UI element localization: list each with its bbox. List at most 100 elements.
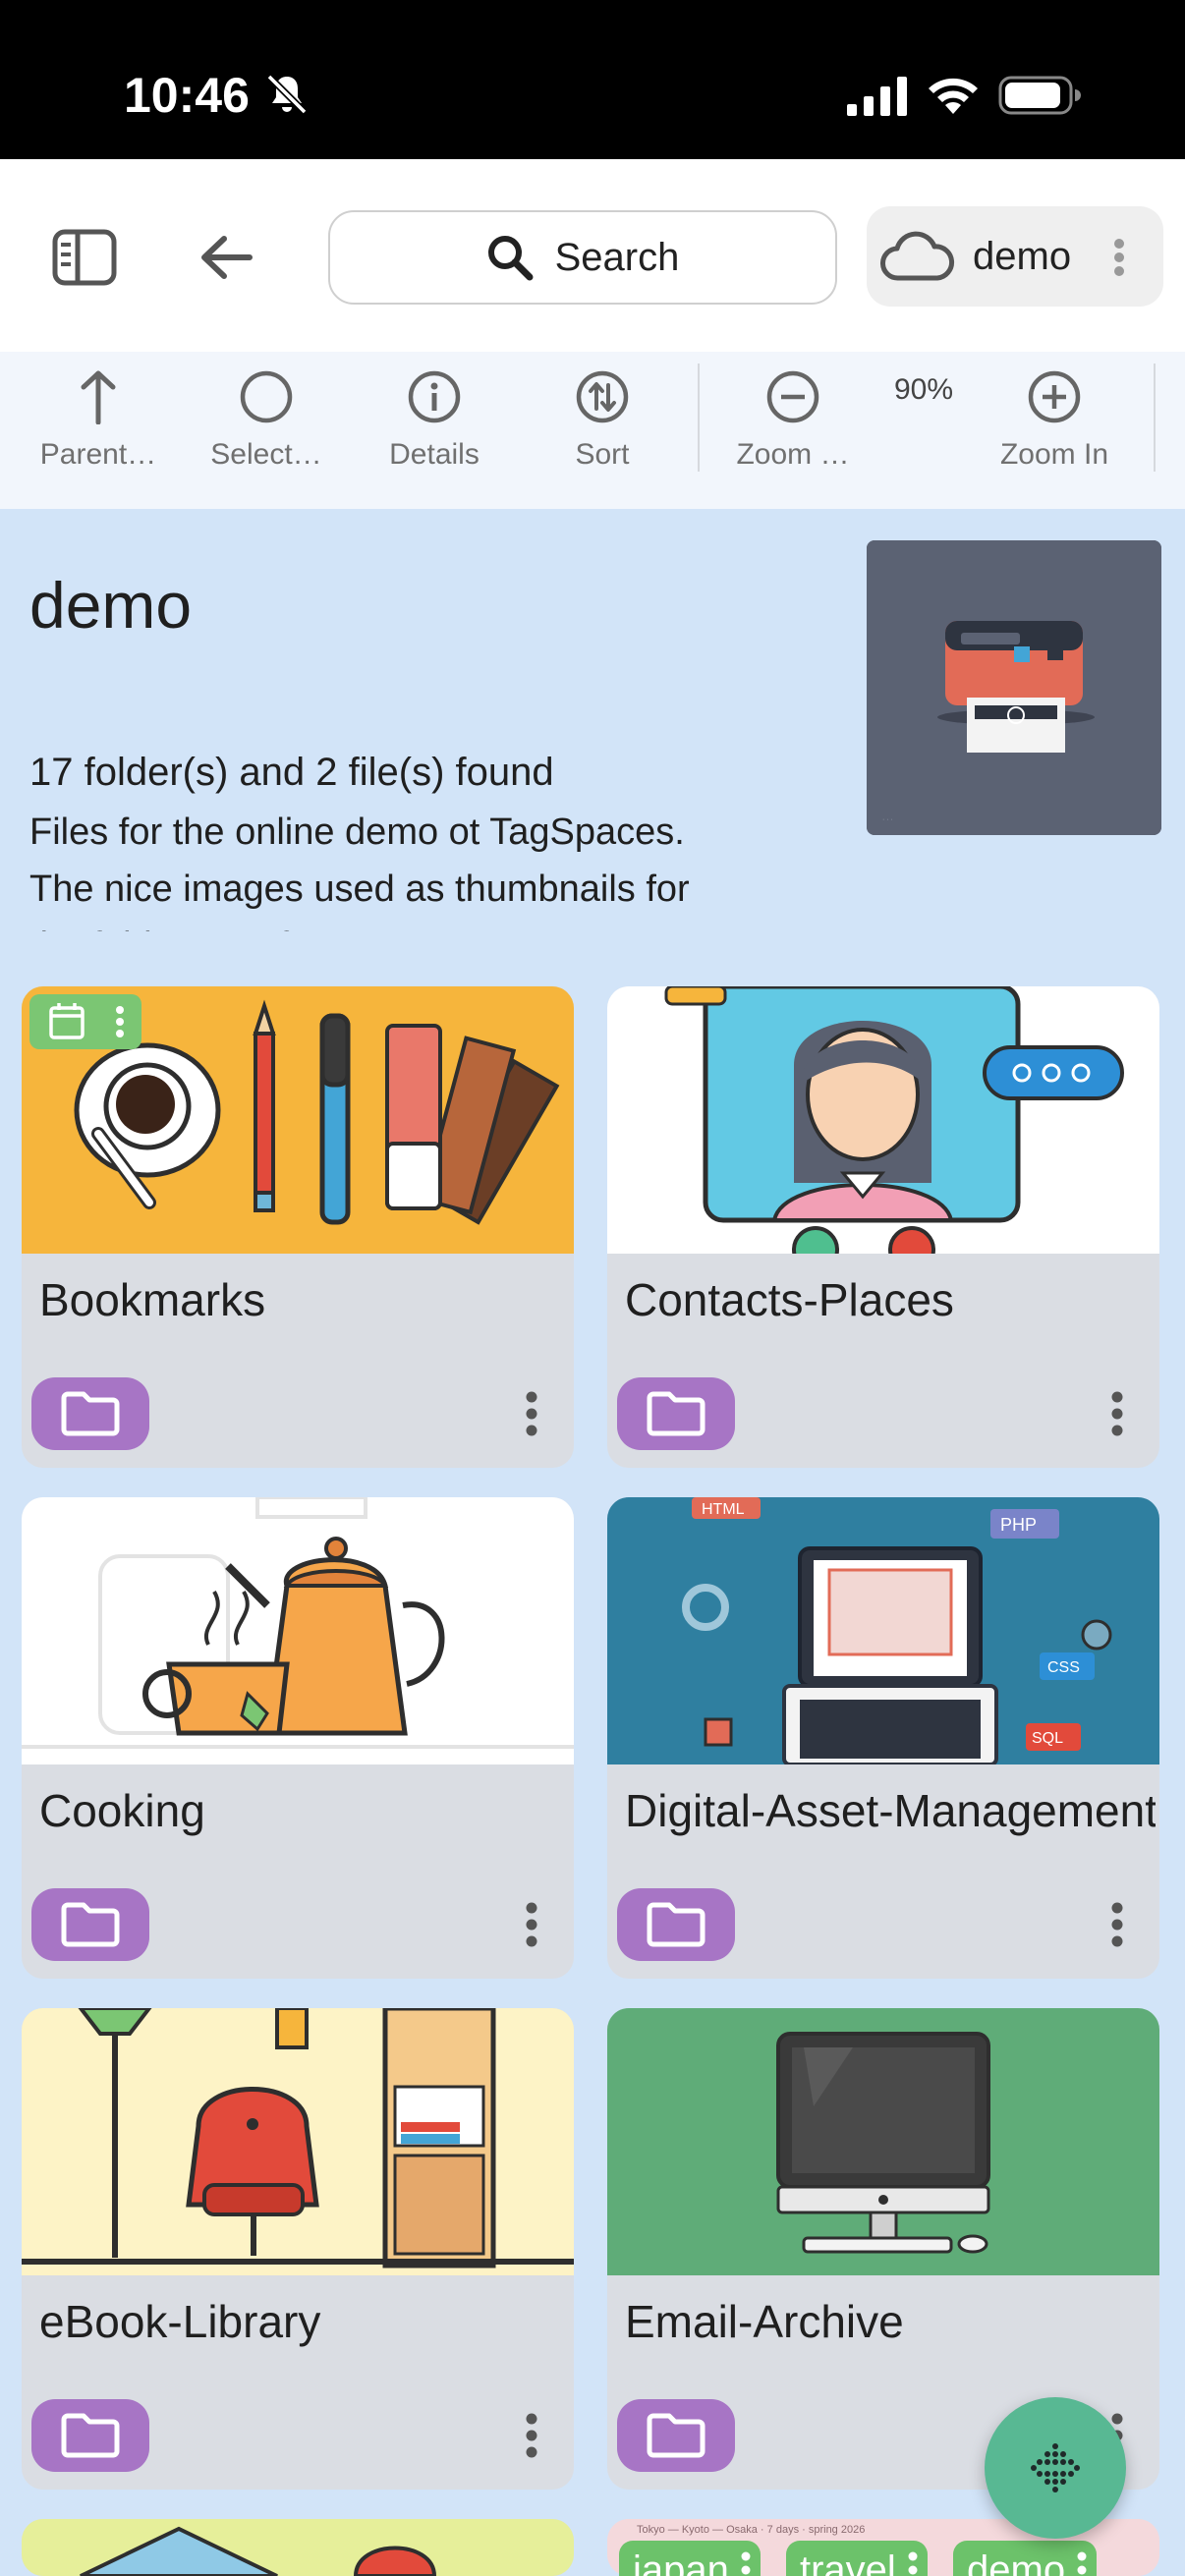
folder-type-badge[interactable] bbox=[617, 1377, 735, 1450]
folder-type-badge[interactable] bbox=[31, 1888, 149, 1961]
folder-thumbnail bbox=[22, 986, 574, 1254]
more-vert-icon[interactable] bbox=[525, 1389, 538, 1438]
map-illustration bbox=[22, 2519, 574, 2576]
sort-swap-icon bbox=[576, 370, 629, 423]
folder-card[interactable]: Cooking bbox=[22, 1497, 574, 1979]
arrow-back-icon bbox=[201, 236, 253, 279]
zoom-in-icon bbox=[1028, 370, 1081, 423]
tag-chip[interactable]: japan bbox=[619, 2541, 761, 2576]
sidebar-panel-icon bbox=[52, 229, 117, 286]
folder-card[interactable]: HTML PHP CSS SQL Digital-Asset-Managemen… bbox=[607, 1497, 1159, 1979]
folder-icon bbox=[61, 2413, 120, 2458]
dots-grid-icon bbox=[1031, 2443, 1080, 2492]
folder-card[interactable] bbox=[22, 2519, 574, 2576]
sidebar-toggle-button[interactable] bbox=[45, 218, 124, 297]
parent-folder-button[interactable]: Parent… bbox=[15, 369, 182, 497]
zoom-out-label: Zoom … bbox=[736, 438, 850, 471]
folder-header: demo 17 folder(s) and 2 file(s) found Fi… bbox=[0, 509, 1185, 961]
cellular-signal-icon bbox=[847, 77, 907, 116]
cooking-illustration bbox=[22, 1497, 574, 1764]
details-button[interactable]: Details bbox=[351, 369, 518, 497]
sort-button[interactable]: Sort bbox=[519, 369, 686, 497]
more-vert-icon[interactable] bbox=[908, 2550, 918, 2576]
folder-type-badge[interactable] bbox=[31, 2399, 149, 2472]
select-label: Select… bbox=[210, 438, 322, 471]
search-icon bbox=[487, 236, 534, 281]
svg-text:SQL: SQL bbox=[1032, 1730, 1063, 1747]
cloud-icon bbox=[880, 231, 954, 281]
tag-chip[interactable]: travel bbox=[786, 2541, 928, 2576]
radio-unchecked-icon bbox=[240, 370, 293, 423]
more-vert-icon[interactable] bbox=[741, 2550, 751, 2576]
folder-toolbar: Parent… Select… Details Sort Zoom … 90% bbox=[0, 352, 1185, 509]
location-label: demo bbox=[973, 234, 1072, 278]
folder-thumbnail bbox=[607, 986, 1159, 1254]
folder-description: Files for the online demo ot TagSpaces. … bbox=[29, 812, 690, 931]
tag-label: demo bbox=[967, 2548, 1066, 2576]
back-button[interactable] bbox=[187, 218, 265, 297]
info-icon bbox=[408, 370, 461, 423]
folder-name: Contacts-Places bbox=[625, 1274, 954, 1325]
arrow-upward-icon bbox=[81, 370, 116, 424]
folder-thumbnail bbox=[22, 1497, 574, 1764]
folder-icon bbox=[647, 1391, 705, 1436]
folder-type-badge[interactable] bbox=[617, 1888, 735, 1961]
folder-card[interactable]: Contacts-Places bbox=[607, 986, 1159, 1468]
date-tag-chip[interactable] bbox=[29, 994, 141, 1049]
zoom-out-button[interactable]: Zoom … bbox=[709, 369, 876, 497]
search-button[interactable]: Search bbox=[328, 210, 837, 305]
contacts-illustration bbox=[607, 986, 1159, 1254]
parent-folder-label: Parent… bbox=[39, 438, 157, 471]
digital-asset-illustration: HTML PHP CSS SQL bbox=[607, 1497, 1159, 1764]
svg-text:HTML: HTML bbox=[702, 1501, 745, 1518]
sort-label: Sort bbox=[575, 438, 630, 471]
folder-icon bbox=[647, 1902, 705, 1947]
zoom-level: 90% bbox=[893, 373, 954, 406]
main-action-fab[interactable] bbox=[985, 2397, 1126, 2539]
folder-name: Bookmarks bbox=[39, 1274, 266, 1325]
more-vert-icon[interactable] bbox=[1077, 2550, 1087, 2576]
details-label: Details bbox=[389, 438, 480, 471]
zoom-out-icon bbox=[766, 370, 819, 423]
folder-icon bbox=[61, 1902, 120, 1947]
svg-text:· · ·: · · · bbox=[882, 816, 893, 823]
email-archive-illustration bbox=[607, 2008, 1159, 2275]
more-vert-icon[interactable] bbox=[1112, 238, 1126, 277]
status-bar: 10:46 bbox=[0, 0, 1185, 159]
folder-type-badge[interactable] bbox=[31, 1377, 149, 1450]
folder-thumbnail bbox=[607, 2008, 1159, 2275]
folder-entry-count: 17 folder(s) and 2 file(s) found bbox=[29, 751, 554, 794]
folder-thumbnail bbox=[22, 2008, 574, 2275]
battery-icon bbox=[998, 76, 1081, 115]
more-vert-icon[interactable] bbox=[525, 2411, 538, 2460]
svg-text:Tokyo — Kyoto — Osaka · 7 days: Tokyo — Kyoto — Osaka · 7 days · spring … bbox=[637, 2524, 865, 2536]
folder-icon bbox=[61, 1391, 120, 1436]
more-vert-icon[interactable] bbox=[1110, 1900, 1124, 1949]
folder-name: Cooking bbox=[39, 1785, 205, 1836]
tag-chip[interactable]: demo bbox=[953, 2541, 1098, 2576]
ebook-library-illustration bbox=[22, 2008, 574, 2275]
folder-card[interactable]: Bookmarks bbox=[22, 986, 574, 1468]
polaroid-camera-illustration: · · · bbox=[867, 540, 1161, 835]
app-bar: Search demo bbox=[0, 159, 1185, 352]
tag-label: travel bbox=[800, 2548, 896, 2576]
toolbar-divider bbox=[1154, 364, 1156, 472]
select-button[interactable]: Select… bbox=[183, 369, 350, 497]
folder-thumbnail[interactable]: · · · bbox=[867, 540, 1161, 835]
folder-type-badge[interactable] bbox=[617, 2399, 735, 2472]
svg-text:PHP: PHP bbox=[1000, 1515, 1037, 1535]
location-selector[interactable]: demo bbox=[867, 206, 1163, 307]
search-label: Search bbox=[554, 235, 680, 279]
more-vert-icon[interactable] bbox=[1110, 1389, 1124, 1438]
zoom-in-label: Zoom In bbox=[999, 438, 1109, 471]
calendar-icon bbox=[49, 1003, 124, 1039]
bell-muted-icon bbox=[266, 74, 308, 115]
folder-card[interactable]: eBook-Library bbox=[22, 2008, 574, 2490]
more-vert-icon[interactable] bbox=[525, 1900, 538, 1949]
toolbar-divider bbox=[698, 364, 700, 472]
wifi-icon bbox=[929, 78, 978, 114]
zoom-in-button[interactable]: Zoom In bbox=[971, 369, 1138, 497]
folder-icon bbox=[647, 2413, 705, 2458]
folder-name: Email-Archive bbox=[625, 2296, 904, 2347]
folder-name: eBook-Library bbox=[39, 2296, 321, 2347]
